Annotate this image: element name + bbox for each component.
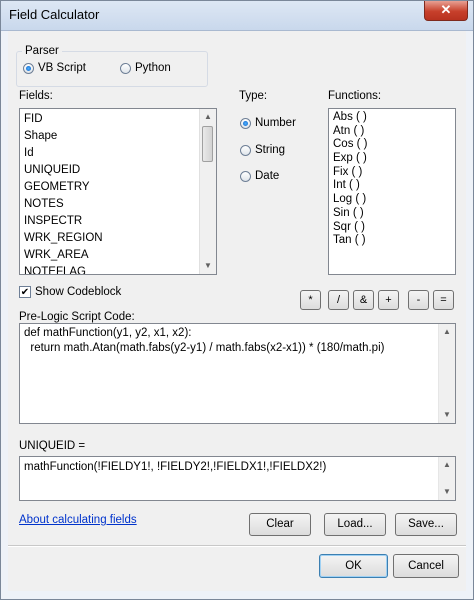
field-item[interactable]: WRK_REGION (20, 230, 216, 247)
operator-equals-button[interactable]: = (433, 290, 454, 310)
checkmark-icon[interactable]: ✔ (19, 286, 31, 298)
clear-button[interactable]: Clear (249, 513, 311, 536)
functions-list[interactable]: Abs ( ) Atn ( ) Cos ( ) Exp ( ) Fix ( ) … (328, 108, 456, 275)
operator-concat-button[interactable]: & (353, 290, 374, 310)
field-calculator-window: Field Calculator ✕ Parser VB Script Pyth… (0, 0, 474, 600)
field-item[interactable]: WRK_AREA (20, 247, 216, 264)
function-item[interactable]: Sqr ( ) (329, 221, 455, 235)
scroll-up-icon[interactable]: ▲ (200, 109, 216, 125)
scroll-thumb[interactable] (202, 126, 213, 162)
field-item[interactable]: INSPECTR (20, 213, 216, 230)
save-button[interactable]: Save... (395, 513, 457, 536)
close-icon[interactable]: ✕ (424, 1, 468, 21)
field-item[interactable]: NOTEFLAG (20, 264, 216, 274)
operator-minus-button[interactable]: - (408, 290, 429, 310)
dialog-body: Parser VB Script Python Fields: FID Shap… (8, 31, 466, 591)
parser-option-vbscript[interactable]: VB Script (23, 62, 86, 74)
scroll-up-icon[interactable]: ▲ (439, 457, 455, 473)
function-item[interactable]: Int ( ) (329, 179, 455, 193)
expression-label: UNIQUEID = (19, 440, 86, 452)
type-option-label: Number (255, 117, 296, 129)
field-item[interactable]: GEOMETRY (20, 179, 216, 196)
expression-scrollbar[interactable]: ▲ ▼ (438, 457, 455, 500)
prelogic-code: def mathFunction(y1, y2, x1, x2): return… (20, 324, 455, 356)
operator-plus-button[interactable]: + (378, 290, 399, 310)
parser-option-python[interactable]: Python (120, 62, 171, 74)
about-calculating-fields-link[interactable]: About calculating fields (19, 514, 137, 526)
prelogic-code-editor[interactable]: def mathFunction(y1, y2, x1, x2): return… (19, 323, 456, 424)
prelogic-label: Pre-Logic Script Code: (19, 311, 135, 323)
show-codeblock-label: Show Codeblock (35, 286, 122, 298)
parser-label: Parser (22, 45, 62, 57)
function-item[interactable]: Sin ( ) (329, 207, 455, 221)
code-line: def mathFunction(y1, y2, x1, x2): (24, 327, 192, 339)
window-title: Field Calculator (9, 7, 100, 22)
cancel-button[interactable]: Cancel (393, 554, 459, 578)
type-option-label: Date (255, 170, 280, 182)
function-item[interactable]: Tan ( ) (329, 234, 455, 248)
function-item[interactable]: Atn ( ) (329, 125, 455, 139)
fields-scrollbar[interactable]: ▲ ▼ (199, 109, 216, 274)
operator-divide-button[interactable]: / (328, 290, 349, 310)
scroll-down-icon[interactable]: ▼ (439, 407, 455, 423)
operator-multiply-button[interactable]: * (300, 290, 321, 310)
function-item[interactable]: Log ( ) (329, 193, 455, 207)
radio-selected-icon[interactable] (240, 117, 251, 129)
fields-label: Fields: (19, 90, 53, 102)
expression-editor[interactable]: mathFunction(!FIELDY1!, !FIELDY2!,!FIELD… (19, 456, 456, 501)
code-line: return math.Atan(math.fabs(y2-y1) / math… (24, 342, 385, 354)
show-codeblock-checkbox[interactable]: ✔ Show Codeblock (19, 286, 121, 298)
scroll-down-icon[interactable]: ▼ (200, 258, 216, 274)
parser-option-label: VB Script (38, 62, 86, 74)
parser-option-label: Python (135, 62, 171, 74)
prelogic-scrollbar[interactable]: ▲ ▼ (438, 324, 455, 423)
expression-text: mathFunction(!FIELDY1!, !FIELDY2!,!FIELD… (24, 461, 327, 473)
type-option-number[interactable]: Number (240, 117, 296, 129)
functions-items: Abs ( ) Atn ( ) Cos ( ) Exp ( ) Fix ( ) … (329, 109, 455, 248)
radio-selected-icon[interactable] (23, 62, 34, 74)
fields-list[interactable]: FID Shape Id UNIQUEID GEOMETRY NOTES INS… (19, 108, 217, 275)
type-option-string[interactable]: String (240, 144, 285, 156)
type-option-date[interactable]: Date (240, 170, 279, 182)
ok-button[interactable]: OK (319, 554, 388, 578)
functions-label: Functions: (328, 90, 382, 102)
separator (8, 545, 466, 547)
title-bar[interactable]: Field Calculator ✕ (1, 1, 473, 31)
scroll-down-icon[interactable]: ▼ (439, 484, 455, 500)
field-item[interactable]: FID (20, 111, 216, 128)
load-button[interactable]: Load... (324, 513, 386, 536)
radio-unselected-icon[interactable] (240, 170, 251, 182)
function-item[interactable]: Fix ( ) (329, 166, 455, 180)
function-item[interactable]: Cos ( ) (329, 138, 455, 152)
field-item[interactable]: Shape (20, 128, 216, 145)
fields-items: FID Shape Id UNIQUEID GEOMETRY NOTES INS… (20, 109, 216, 274)
type-label: Type: (239, 90, 268, 102)
function-item[interactable]: Abs ( ) (329, 111, 455, 125)
radio-unselected-icon[interactable] (120, 62, 131, 74)
field-item[interactable]: UNIQUEID (20, 162, 216, 179)
field-item[interactable]: Id (20, 145, 216, 162)
radio-unselected-icon[interactable] (240, 144, 251, 156)
function-item[interactable]: Exp ( ) (329, 152, 455, 166)
scroll-up-icon[interactable]: ▲ (439, 324, 455, 340)
field-item[interactable]: NOTES (20, 196, 216, 213)
type-option-label: String (255, 144, 286, 156)
